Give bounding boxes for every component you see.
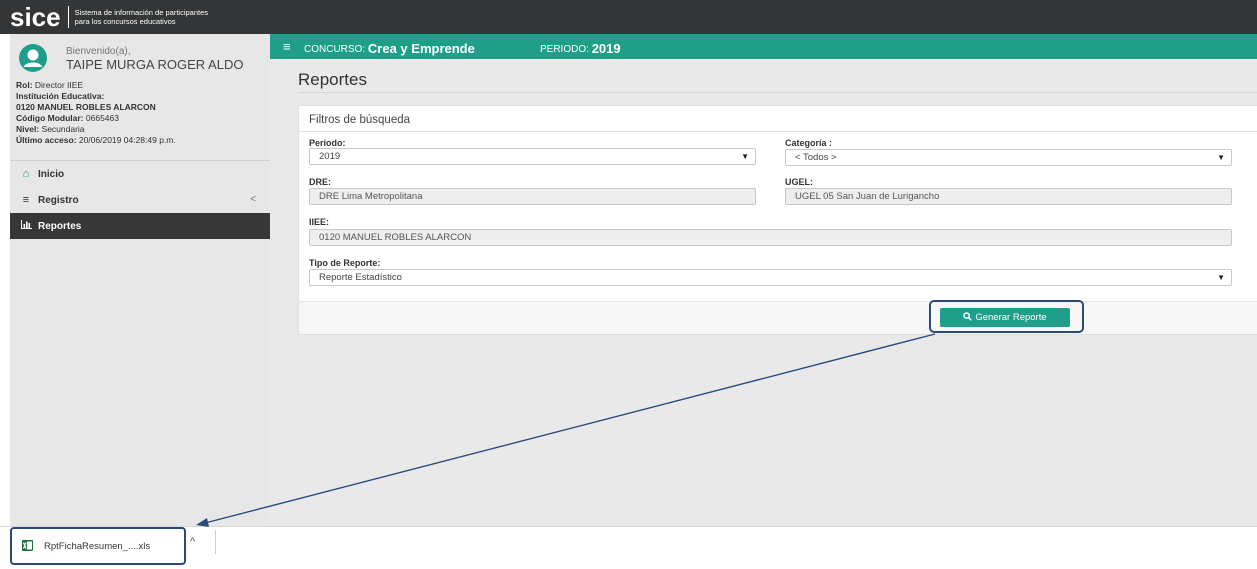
iiee-field-value: 0120 MANUEL ROBLES ALARCON	[319, 232, 472, 243]
tipo-reporte-select-value: Reporte Estadístico	[319, 272, 402, 283]
sidebar-item-label: Reportes	[38, 220, 82, 232]
sidebar-item-registro[interactable]: ≡ Registro <	[10, 187, 270, 213]
download-divider	[215, 530, 216, 554]
rol-value: Director IIEE	[34, 80, 84, 90]
sidebar-item-label: Registro	[38, 194, 79, 206]
acceso-label: Último acceso:	[16, 135, 77, 145]
excel-file-icon	[22, 540, 33, 551]
card-footer	[299, 302, 1257, 334]
rol-label: Rol:	[16, 80, 33, 90]
dre-field-value: DRE Lima Metropolitana	[319, 191, 423, 202]
periodo-label: Periodo:	[309, 138, 346, 148]
bars-icon: ≡	[22, 194, 30, 206]
periodo-header-label: PERIODO:	[540, 44, 589, 55]
logo-divider	[67, 6, 69, 28]
codigo-value: 0665463	[85, 113, 119, 123]
iiee-field: 0120 MANUEL ROBLES ALARCON	[309, 229, 1232, 246]
home-icon: ⌂	[22, 168, 30, 180]
categoria-select[interactable]: < Todos > ▼	[785, 149, 1232, 166]
nivel-label: Nivel:	[16, 124, 40, 134]
logo-subtitle-line2: para los concursos educativos	[74, 17, 176, 26]
user-info: Rol: Director IIEE Institución Educativa…	[16, 80, 176, 146]
concurso-value: Crea y Emprende	[367, 41, 475, 56]
institucion-value: 0120 MANUEL ROBLES ALARCON	[16, 102, 156, 112]
annotation-highlight-button	[929, 300, 1084, 333]
logo-subtitle-line1: Sistema de información de participantes	[74, 8, 209, 17]
concurso-label: CONCURSO:	[304, 44, 366, 55]
dropdown-caret-icon: ▼	[1217, 153, 1225, 162]
app-logo[interactable]: sice Sistema de información de participa…	[10, 4, 208, 30]
sidebar-nav: ⌂ Inicio ≡ Registro < Reportes	[10, 160, 270, 239]
user-avatar-icon	[19, 44, 47, 72]
tipo-reporte-select[interactable]: Reporte Estadístico ▼	[309, 269, 1232, 286]
contest-header: ≡ CONCURSO: Crea y Emprende PERIODO: 201…	[270, 34, 1257, 59]
download-options-caret-icon[interactable]: ^	[190, 536, 195, 548]
dre-field: DRE Lima Metropolitana	[309, 188, 756, 205]
user-profile: Bienvenido(a), TAIPE MURGA ROGER ALDO Ro…	[10, 34, 270, 160]
sidebar-item-reportes[interactable]: Reportes	[10, 213, 270, 239]
categoria-select-value: < Todos >	[795, 152, 837, 163]
chevron-left-icon: <	[250, 194, 256, 205]
page-title: Reportes	[298, 70, 367, 89]
concurso-info: CONCURSO: Crea y Emprende	[304, 40, 475, 56]
download-file-name: RptFichaResumen_....xls	[44, 541, 151, 552]
filters-card: Filtros de búsqueda Periodo: 2019 ▼ Cate…	[298, 105, 1257, 335]
ugel-label: UGEL:	[785, 177, 813, 187]
ugel-field: UGEL 05 San Juan de Lurigancho	[785, 188, 1232, 205]
sidebar-item-label: Inicio	[38, 168, 65, 180]
download-item[interactable]: RptFichaResumen_....xls	[10, 527, 186, 565]
top-bar: sice Sistema de información de participa…	[0, 0, 1257, 34]
dropdown-caret-icon: ▼	[741, 152, 749, 161]
periodo-info: PERIODO: 2019	[540, 40, 621, 56]
codigo-label: Código Modular:	[16, 113, 84, 123]
ugel-field-value: UGEL 05 San Juan de Lurigancho	[795, 191, 940, 202]
sidebar-item-inicio[interactable]: ⌂ Inicio	[10, 161, 270, 187]
welcome-text: Bienvenido(a),	[66, 46, 131, 57]
periodo-select[interactable]: 2019 ▼	[309, 148, 756, 165]
categoria-label: Categoría :	[785, 138, 833, 148]
dre-label: DRE:	[309, 177, 331, 187]
download-bar: RptFichaResumen_....xls ^	[0, 526, 1257, 569]
iiee-label: IIEE:	[309, 217, 330, 227]
logo-subtitle: Sistema de información de participantes …	[75, 8, 208, 26]
sidebar: Bienvenido(a), TAIPE MURGA ROGER ALDO Ro…	[10, 34, 270, 526]
chart-icon	[19, 220, 33, 232]
periodo-header-value: 2019	[591, 41, 621, 56]
filters-title: Filtros de búsqueda	[309, 114, 411, 126]
title-divider	[298, 92, 1257, 93]
logo-text: sice	[10, 2, 61, 32]
institucion-label: Institución Educativa:	[16, 91, 105, 101]
filters-header: Filtros de búsqueda	[299, 110, 1257, 132]
dropdown-caret-icon: ▼	[1217, 273, 1225, 282]
acceso-value: 20/06/2019 04:28:49 p.m.	[78, 135, 176, 145]
menu-toggle-icon[interactable]: ≡	[283, 39, 291, 54]
main-content: ≡ CONCURSO: Crea y Emprende PERIODO: 201…	[270, 34, 1257, 526]
nivel-value: Secundaria	[41, 124, 85, 134]
periodo-select-value: 2019	[319, 151, 341, 162]
user-name: TAIPE MURGA ROGER ALDO	[66, 57, 244, 72]
tipo-reporte-label: Tipo de Reporte:	[309, 258, 381, 268]
